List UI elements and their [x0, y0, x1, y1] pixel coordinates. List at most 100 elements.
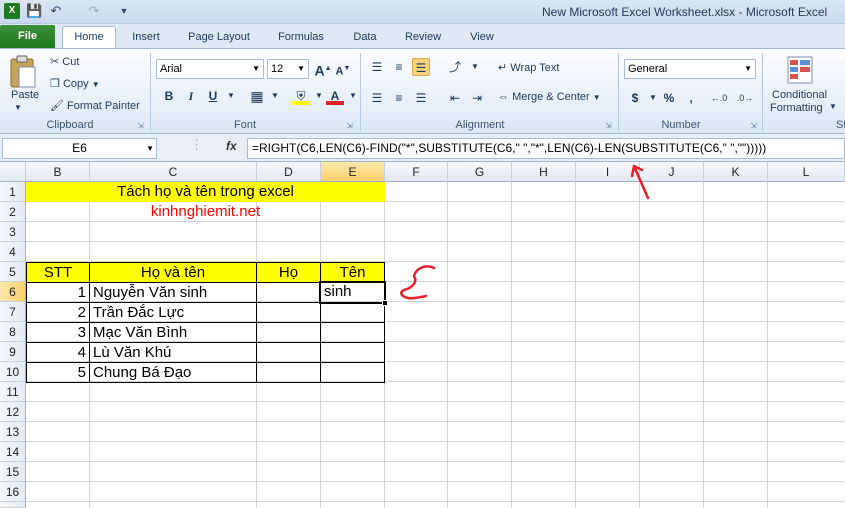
row-header-8[interactable]: 8: [0, 322, 26, 342]
conditional-formatting-button[interactable]: [786, 55, 816, 87]
customize-toolbar-icon[interactable]: ▼: [116, 3, 132, 19]
select-all-corner[interactable]: [0, 162, 26, 182]
tab-data[interactable]: Data: [344, 28, 386, 48]
merge-center-button[interactable]: ⇔ Merge & Center ▼: [498, 91, 601, 103]
last-name-cell[interactable]: [256, 282, 321, 303]
currency-icon[interactable]: $: [626, 89, 644, 107]
row-header-5[interactable]: 5: [0, 262, 26, 282]
last-name-cell[interactable]: [256, 342, 321, 363]
undo-icon[interactable]: ↶: [48, 3, 64, 19]
grow-font-icon[interactable]: A▲: [314, 60, 332, 79]
underline-dropdown-icon[interactable]: ▼: [222, 87, 240, 105]
align-middle-icon[interactable]: ≡: [390, 58, 408, 76]
tab-insert[interactable]: Insert: [124, 28, 168, 48]
column-header-f[interactable]: F: [385, 162, 448, 182]
column-header-l[interactable]: L: [768, 162, 845, 182]
stt-cell[interactable]: 3: [26, 322, 90, 343]
underline-icon[interactable]: U: [204, 87, 222, 105]
formula-input[interactable]: =RIGHT(C6,LEN(C6)-FIND("*",SUBSTITUTE(C6…: [247, 138, 845, 159]
site-name-cell[interactable]: kinhnghiemit.net: [26, 202, 385, 222]
row-header-2[interactable]: 2: [0, 202, 26, 222]
row-header-1[interactable]: 1: [0, 182, 26, 202]
format-painter-button[interactable]: 🖌 Format Painter: [50, 99, 140, 112]
row-header-14[interactable]: 14: [0, 442, 26, 462]
font-name-select[interactable]: Arial ▼: [156, 59, 264, 79]
row-header-16[interactable]: 16: [0, 482, 26, 502]
number-format-select[interactable]: General ▼: [624, 59, 756, 79]
row-header-7[interactable]: 7: [0, 302, 26, 322]
last-name-cell[interactable]: [256, 322, 321, 343]
fill-color-icon[interactable]: ⛨: [292, 87, 310, 105]
decrease-decimal-icon[interactable]: .0→: [736, 89, 754, 107]
first-name-cell[interactable]: [320, 322, 385, 343]
column-header-h[interactable]: H: [512, 162, 576, 182]
align-center-icon[interactable]: ≡: [390, 89, 408, 107]
tab-page-layout[interactable]: Page Layout: [180, 28, 258, 48]
insert-function-icon[interactable]: fx: [226, 139, 237, 153]
header-fullname-cell[interactable]: Họ và tên: [89, 262, 257, 283]
increase-indent-icon[interactable]: ⇥: [468, 89, 486, 107]
wrap-text-button[interactable]: ↵ Wrap Text: [498, 61, 559, 74]
borders-icon[interactable]: ▦: [248, 87, 266, 105]
fullname-cell[interactable]: Chung Bá Đạo: [89, 362, 257, 383]
active-cell-e6[interactable]: sinh: [319, 281, 386, 304]
increase-decimal-icon[interactable]: ←.0: [710, 89, 728, 107]
copy-button[interactable]: ❐ Copy ▼: [50, 77, 100, 90]
align-top-icon[interactable]: ☰: [368, 58, 386, 76]
stt-cell[interactable]: 1: [26, 282, 90, 303]
worksheet-grid[interactable]: B C D E F G H I J K L 1 2 3 4 5 6 7 8 9 …: [0, 162, 845, 508]
name-box[interactable]: E6 ▼: [2, 138, 157, 159]
font-size-select[interactable]: 12 ▼: [267, 59, 309, 79]
first-name-cell[interactable]: [320, 362, 385, 383]
fullname-cell[interactable]: Nguyễn Văn sinh: [89, 282, 257, 303]
orientation-icon[interactable]: ⤴: [446, 58, 464, 76]
cut-button[interactable]: ✂ Cut: [50, 55, 79, 68]
tab-home[interactable]: Home: [62, 26, 116, 48]
first-name-cell[interactable]: [320, 342, 385, 363]
fullname-cell[interactable]: Trần Đắc Lực: [89, 302, 257, 323]
tab-formulas[interactable]: Formulas: [270, 28, 332, 48]
align-right-icon[interactable]: ☰: [412, 89, 430, 107]
stt-cell[interactable]: 2: [26, 302, 90, 323]
excel-app-icon[interactable]: X: [4, 3, 20, 19]
column-header-d[interactable]: D: [257, 162, 321, 182]
align-bottom-icon[interactable]: ☰: [412, 58, 430, 76]
header-first-cell[interactable]: Tên: [320, 262, 385, 283]
comma-style-icon[interactable]: ,: [682, 89, 700, 107]
row-header-10[interactable]: 10: [0, 362, 26, 382]
row-header-17[interactable]: 17: [0, 502, 26, 508]
italic-icon[interactable]: I: [182, 87, 200, 105]
tab-review[interactable]: Review: [396, 28, 450, 48]
column-header-k[interactable]: K: [704, 162, 768, 182]
header-last-cell[interactable]: Họ: [256, 262, 321, 283]
fill-handle[interactable]: [382, 300, 388, 306]
orientation-dropdown-icon[interactable]: ▼: [466, 58, 484, 76]
number-launcher-icon[interactable]: ⇲: [750, 121, 757, 130]
row-header-15[interactable]: 15: [0, 462, 26, 482]
sheet-title-cell[interactable]: Tách họ và tên trong excel: [26, 182, 385, 202]
stt-cell[interactable]: 4: [26, 342, 90, 363]
clipboard-launcher-icon[interactable]: ⇲: [137, 121, 144, 130]
redo-icon[interactable]: ↷: [86, 3, 102, 19]
font-launcher-icon[interactable]: ⇲: [346, 121, 353, 130]
font-color-icon[interactable]: A: [326, 87, 344, 105]
column-header-c[interactable]: C: [90, 162, 257, 182]
align-left-icon[interactable]: ☰: [368, 89, 386, 107]
column-header-e[interactable]: E: [321, 162, 385, 182]
alignment-launcher-icon[interactable]: ⇲: [605, 121, 612, 130]
decrease-indent-icon[interactable]: ⇤: [446, 89, 464, 107]
shrink-font-icon[interactable]: A▼: [334, 60, 352, 78]
column-header-b[interactable]: B: [26, 162, 90, 182]
conditional-dropdown-icon[interactable]: ▼: [829, 102, 837, 111]
borders-dropdown-icon[interactable]: ▼: [266, 87, 284, 105]
last-name-cell[interactable]: [256, 302, 321, 323]
last-name-cell[interactable]: [256, 362, 321, 383]
bold-icon[interactable]: B: [160, 87, 178, 105]
row-header-4[interactable]: 4: [0, 242, 26, 262]
save-icon[interactable]: 💾: [26, 3, 42, 19]
stt-cell[interactable]: 5: [26, 362, 90, 383]
fullname-cell[interactable]: Lù Văn Khú: [89, 342, 257, 363]
header-stt-cell[interactable]: STT: [26, 262, 90, 283]
paste-dropdown-icon[interactable]: ▼: [14, 103, 22, 112]
tab-file[interactable]: File: [0, 25, 55, 48]
